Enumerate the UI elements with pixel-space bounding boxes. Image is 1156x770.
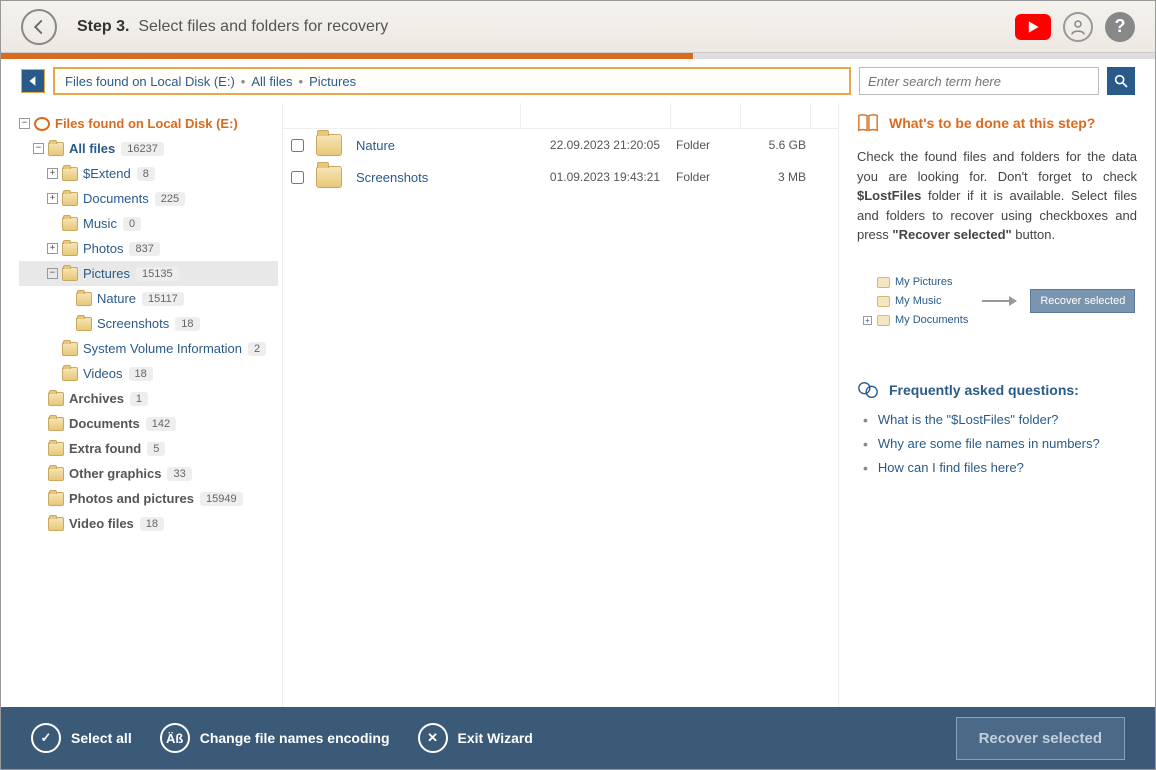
folder-icon [316, 134, 342, 156]
file-checkbox[interactable] [291, 171, 304, 184]
folder-icon [48, 417, 64, 431]
progress-bar [1, 53, 1155, 59]
tree-category[interactable]: Photos and pictures15949 [19, 486, 278, 511]
tree-category[interactable]: Extra found5 [19, 436, 278, 461]
breadcrumb[interactable]: Files found on Local Disk (E:) • All fil… [53, 67, 851, 95]
search-button[interactable] [1107, 67, 1135, 95]
folder-icon [48, 392, 64, 406]
tree-item[interactable]: +$Extend8 [19, 161, 278, 186]
faq-link[interactable]: Why are some file names in numbers? [857, 436, 1137, 452]
tree-category[interactable]: Documents142 [19, 411, 278, 436]
close-icon: ✕ [418, 723, 448, 753]
search-input[interactable] [859, 67, 1099, 95]
folder-tree: − Files found on Local Disk (E:) − All f… [1, 103, 283, 753]
folder-icon [62, 267, 78, 281]
footer-bar: ✓ Select all Äß Change file names encodi… [1, 707, 1155, 769]
tree-category[interactable]: Video files18 [19, 511, 278, 536]
help-text: Check the found files and folders for th… [857, 147, 1137, 245]
tree-item[interactable]: Screenshots18 [19, 311, 278, 336]
play-icon [1026, 20, 1040, 34]
breadcrumb-back-button[interactable] [21, 69, 45, 93]
tree-item[interactable]: +Photos837 [19, 236, 278, 261]
folder-icon [62, 367, 78, 381]
help-title: What's to be done at this step? [889, 115, 1095, 131]
folder-icon [48, 492, 64, 506]
tree-item[interactable]: +Documents225 [19, 186, 278, 211]
tree-item[interactable]: Nature15117 [19, 286, 278, 311]
file-list-header [283, 103, 838, 129]
illustration-recover-button: Recover selected [1030, 289, 1135, 313]
select-all-button[interactable]: ✓ Select all [31, 723, 132, 753]
file-row[interactable]: Nature22.09.2023 21:20:05Folder5.6 GB [283, 129, 838, 161]
tree-category[interactable]: Archives1 [19, 386, 278, 411]
user-icon [1069, 18, 1087, 36]
question-icon: ? [1115, 16, 1126, 37]
folder-icon [316, 166, 342, 188]
search-icon [1113, 73, 1129, 89]
page-title: Step 3. Select files and folders for rec… [77, 18, 388, 36]
triangle-left-icon [27, 75, 39, 87]
arrow-left-icon [30, 18, 48, 36]
check-icon: ✓ [31, 723, 61, 753]
tree-item[interactable]: Music0 [19, 211, 278, 236]
tree-item[interactable]: Videos18 [19, 361, 278, 386]
folder-icon [76, 317, 92, 331]
file-list: Nature22.09.2023 21:20:05Folder5.6 GBScr… [283, 103, 839, 753]
disk-icon [34, 117, 50, 131]
folder-icon [62, 217, 78, 231]
folder-icon [48, 442, 64, 456]
encoding-icon: Äß [160, 723, 190, 753]
back-button[interactable] [21, 9, 57, 45]
tree-all-files[interactable]: − All files16237 [19, 136, 278, 161]
folder-icon [48, 467, 64, 481]
recover-selected-button[interactable]: Recover selected [956, 717, 1125, 760]
faq-icon [857, 380, 879, 400]
exit-wizard-button[interactable]: ✕ Exit Wizard [418, 723, 533, 753]
faq-link[interactable]: What is the "$LostFiles" folder? [857, 412, 1137, 428]
tree-item[interactable]: System Volume Information2 [19, 336, 278, 361]
faq-title: Frequently asked questions: [889, 382, 1079, 398]
folder-icon [62, 242, 78, 256]
folder-icon [62, 342, 78, 356]
book-icon [857, 113, 879, 133]
arrow-right-icon [982, 300, 1016, 302]
help-panel: What's to be done at this step? Check th… [839, 103, 1155, 753]
folder-icon [48, 517, 64, 531]
account-button[interactable] [1063, 12, 1093, 42]
help-illustration: My Pictures My Music +My Documents Recov… [863, 273, 1137, 330]
folder-icon [48, 142, 64, 156]
folder-icon [62, 167, 78, 181]
file-checkbox[interactable] [291, 139, 304, 152]
tree-category[interactable]: Other graphics33 [19, 461, 278, 486]
youtube-button[interactable] [1015, 14, 1051, 40]
tree-item[interactable]: −Pictures15135 [19, 261, 278, 286]
faq-link[interactable]: How can I find files here? [857, 460, 1137, 476]
folder-icon [62, 192, 78, 206]
file-row[interactable]: Screenshots01.09.2023 19:43:21Folder3 MB [283, 161, 838, 193]
change-encoding-button[interactable]: Äß Change file names encoding [160, 723, 390, 753]
help-button[interactable]: ? [1105, 12, 1135, 42]
folder-icon [76, 292, 92, 306]
header-bar: Step 3. Select files and folders for rec… [1, 1, 1155, 53]
tree-root[interactable]: − Files found on Local Disk (E:) [19, 111, 278, 136]
